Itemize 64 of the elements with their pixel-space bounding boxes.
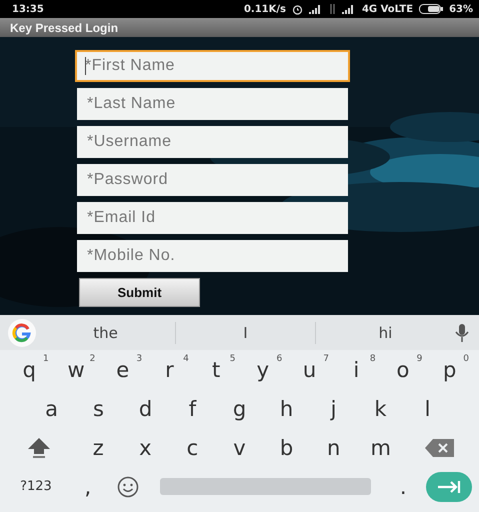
key-hint: 7: [323, 354, 329, 364]
key-hint: 3: [136, 354, 142, 364]
key-hint: 6: [276, 354, 282, 364]
key-hint: 2: [90, 354, 96, 364]
keyboard-key[interactable]: y 6: [240, 352, 286, 388]
symbols-key[interactable]: ?123: [4, 468, 68, 504]
clock-time: 13:35: [12, 4, 44, 14]
microphone-icon: [455, 324, 469, 342]
keyboard-key[interactable]: j: [310, 390, 357, 426]
signal-icon: [308, 4, 323, 14]
keyboard-key[interactable]: k: [357, 390, 404, 426]
network-speed: 0.11K/s: [244, 4, 286, 14]
key-hint: 9: [416, 354, 422, 364]
key-hint: 8: [370, 354, 376, 364]
keyboard-key[interactable]: t 5: [192, 352, 240, 388]
suggestion[interactable]: the: [36, 322, 175, 342]
keyboard-key[interactable]: f: [169, 390, 216, 426]
keyboard-key[interactable]: u 7: [286, 352, 333, 388]
text-field[interactable]: *Mobile No.: [77, 240, 348, 272]
battery-percent: 63%: [449, 4, 473, 14]
text-field[interactable]: *Username: [77, 126, 348, 158]
keyboard-key[interactable]: s: [75, 390, 122, 426]
battery-icon: [419, 4, 444, 14]
keyboard-key[interactable]: x: [122, 430, 169, 466]
keyboard-key[interactable]: q 1: [6, 352, 53, 388]
key-hint: 0: [463, 354, 470, 364]
smiley-icon: [116, 476, 139, 498]
keyboard-key[interactable]: o 9: [380, 352, 426, 388]
key-hint: 4: [183, 354, 189, 364]
keyboard-key[interactable]: d: [122, 390, 169, 426]
backspace-icon: [424, 438, 455, 456]
text-field[interactable]: *Last Name: [77, 88, 348, 120]
keyboard-key[interactable]: z: [74, 430, 122, 466]
first-name-field[interactable]: *First Name: [75, 50, 350, 82]
text-field[interactable]: *Password: [77, 164, 348, 196]
signal-icon: [342, 4, 356, 14]
keyboard-key[interactable]: b: [263, 430, 310, 466]
keyboard-key[interactable]: .: [383, 468, 424, 504]
text-cursor: [85, 57, 86, 75]
keyboard-key[interactable]: h: [263, 390, 310, 426]
keyboard-key[interactable]: ,: [68, 468, 108, 504]
keyboard-key[interactable]: v: [216, 430, 264, 466]
keyboard-key[interactable]: e 3: [99, 352, 146, 388]
keyboard-key[interactable]: l: [404, 390, 451, 426]
keyboard-key[interactable]: r 4: [146, 352, 193, 388]
text-field[interactable]: *Email Id: [77, 202, 348, 234]
suggestion[interactable]: I: [176, 322, 315, 342]
alarm-icon: [292, 4, 303, 14]
suggestion[interactable]: hi: [316, 322, 455, 342]
network-type: 4G VoLTE: [362, 4, 414, 14]
shift-arrow-icon: [26, 436, 52, 458]
google-g-icon: [8, 318, 36, 346]
keyboard-key[interactable]: n: [310, 430, 358, 466]
submit-button[interactable]: Submit: [79, 278, 200, 307]
keyboard-key[interactable]: a: [28, 390, 75, 426]
keyboard-key[interactable]: p 0: [426, 352, 474, 388]
key-hint: 5: [230, 354, 236, 364]
keyboard-key[interactable]: i 8: [332, 352, 380, 388]
keyboard-key[interactable]: c: [168, 430, 216, 466]
keyboard-key[interactable]: g: [216, 390, 263, 426]
keyboard-key[interactable]: w 2: [52, 352, 100, 388]
app-title: Key Pressed Login: [10, 20, 118, 34]
key-hint: 1: [42, 354, 49, 364]
keyboard-key[interactable]: m: [357, 430, 404, 466]
